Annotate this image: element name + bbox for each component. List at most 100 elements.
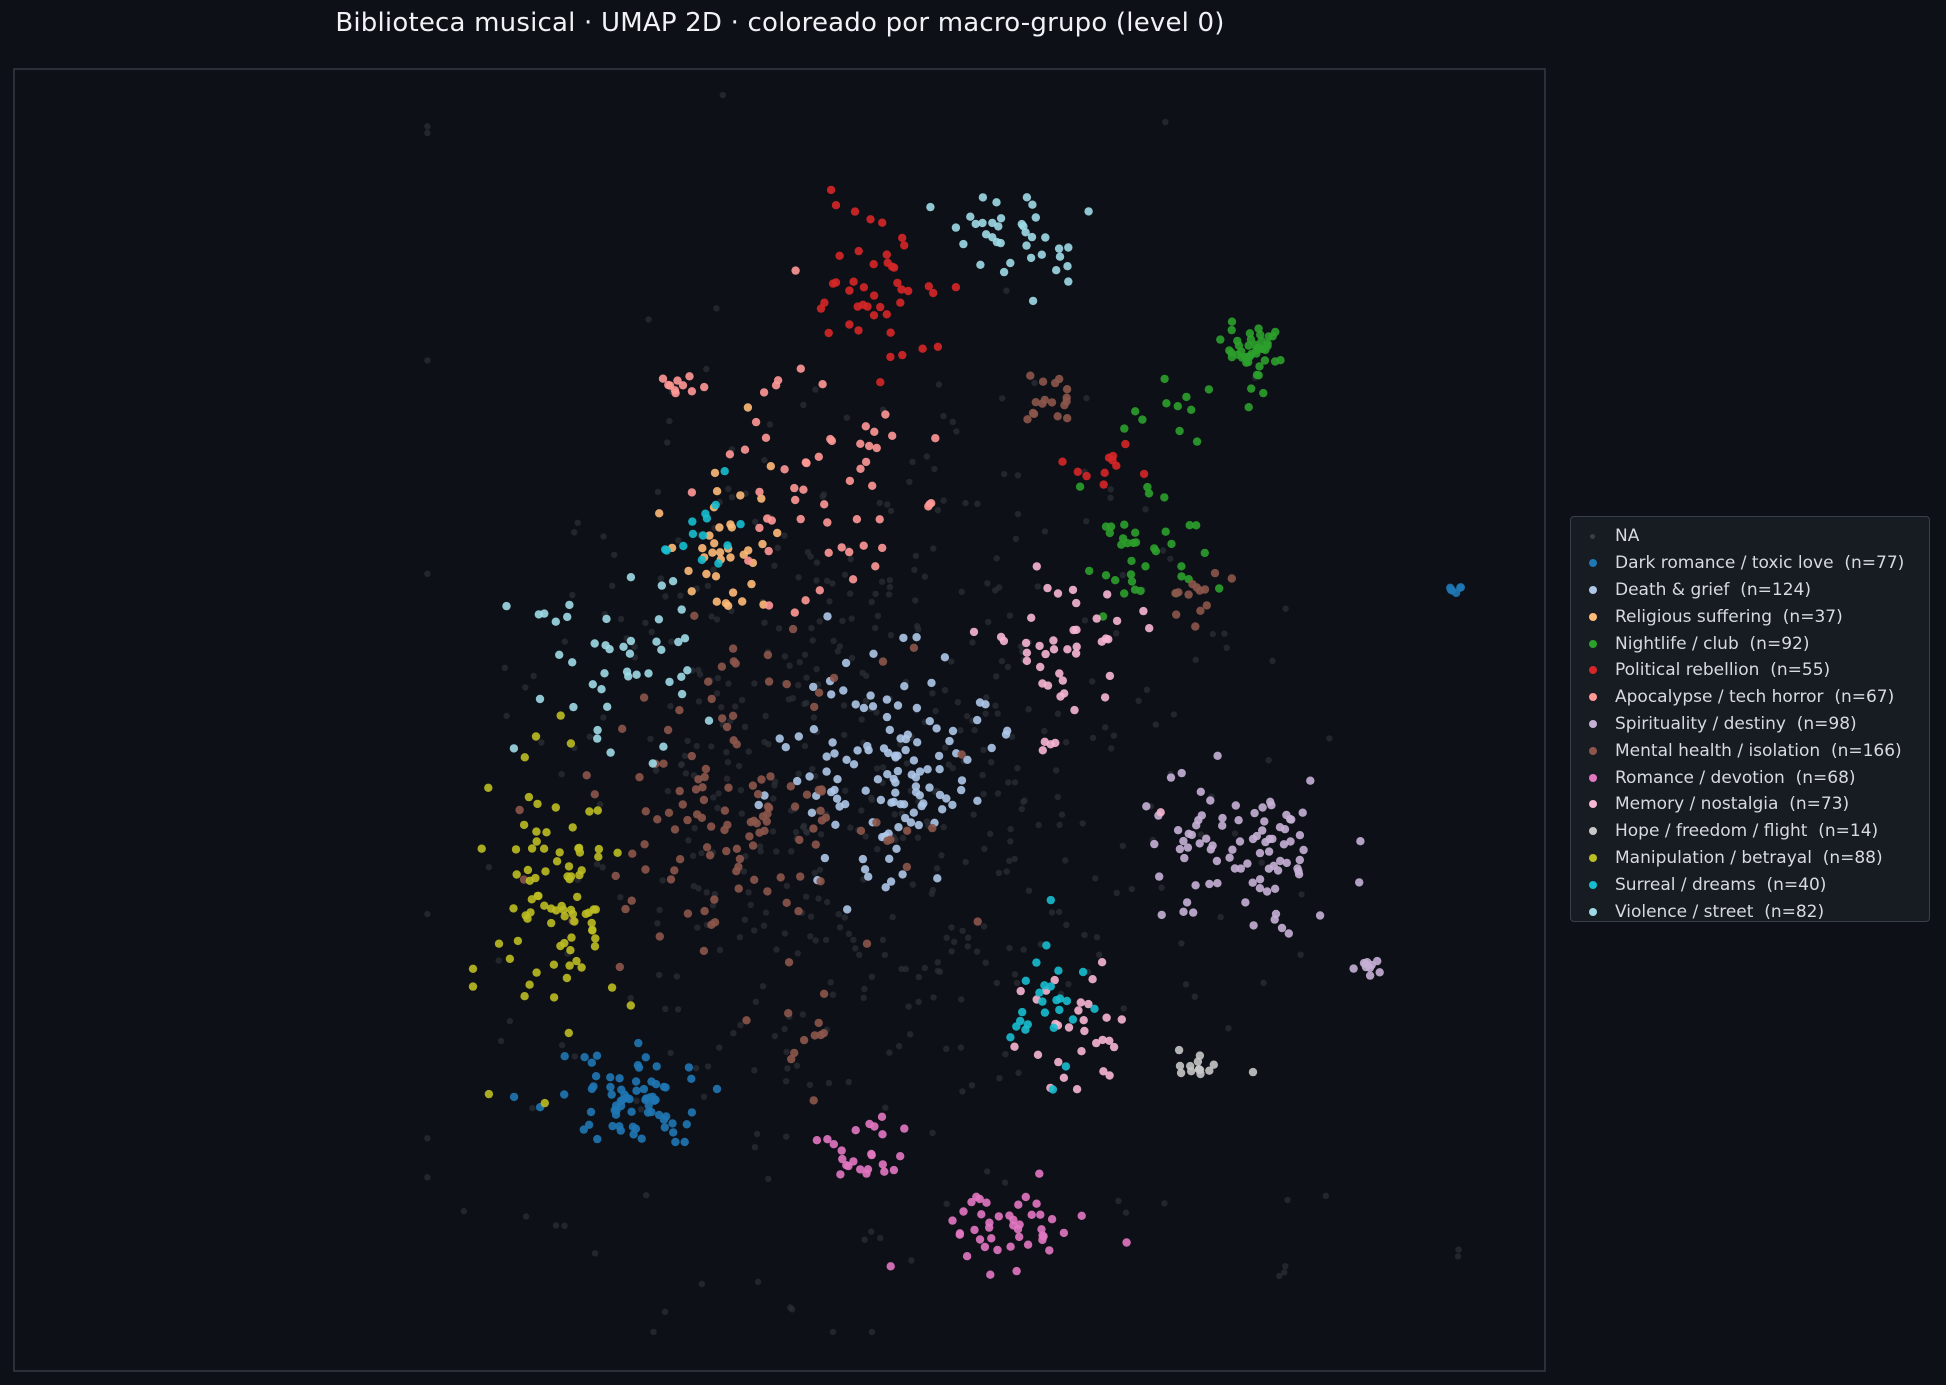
na-point (795, 682, 802, 689)
na-point (561, 1222, 568, 1230)
data-point-death-grief (901, 813, 910, 823)
na-point (783, 1048, 790, 1056)
data-point-mental-health-isolation (810, 702, 819, 712)
data-point-spirituality-destiny (1248, 878, 1257, 887)
data-point-spirituality-destiny (1208, 841, 1217, 850)
data-point-violence-street (600, 669, 609, 678)
na-point (1058, 811, 1066, 818)
data-point-apocalypse-tech-horror (759, 388, 769, 397)
na-point (843, 414, 850, 421)
na-point (760, 922, 768, 929)
na-point (868, 1328, 876, 1336)
data-point-romance-devotion (878, 1130, 887, 1139)
data-point-political-rebellion (835, 251, 844, 260)
na-point (980, 746, 987, 754)
data-point-dark-romance-toxic-love (586, 1107, 596, 1117)
na-point (830, 637, 837, 645)
data-point-surreal-dreams (1018, 1007, 1027, 1017)
data-point-apocalypse-tech-horror (931, 434, 940, 443)
na-point (685, 837, 692, 844)
data-point-spirituality-destiny (1180, 853, 1189, 863)
na-point (803, 674, 810, 681)
data-point-death-grief (831, 820, 840, 829)
data-point-violence-street (1017, 219, 1026, 229)
na-point (730, 1030, 737, 1037)
na-point (835, 910, 842, 918)
na-point (848, 615, 855, 622)
na-point (996, 1075, 1003, 1082)
data-point-memory-nostalgia (1080, 1026, 1089, 1036)
data-point-political-rebellion (886, 328, 895, 337)
data-point-surreal-dreams (1052, 995, 1061, 1005)
data-point-manipulation-betrayal (484, 783, 493, 792)
data-point-surreal-dreams (1046, 982, 1056, 991)
data-point-romance-devotion (842, 1161, 851, 1170)
data-point-dark-romance-toxic-love (641, 1053, 650, 1062)
na-point (1162, 118, 1169, 126)
legend-item: Hope / freedom / flight (n=14) (1571, 818, 1929, 845)
na-point (794, 950, 801, 957)
data-point-surreal-dreams (1049, 1023, 1059, 1032)
na-point (1054, 793, 1062, 801)
data-point-nightlife-club (1187, 405, 1196, 414)
data-point-mental-health-isolation (615, 962, 624, 972)
data-point-mental-health-isolation (701, 764, 711, 774)
legend-label: Mental health / isolation (n=166) (1615, 740, 1902, 761)
na-point (1142, 506, 1149, 513)
data-point-death-grief (820, 853, 830, 863)
na-point (862, 833, 869, 840)
na-point (751, 680, 758, 687)
data-point-death-grief (841, 658, 851, 668)
data-point-spirituality-destiny (1267, 801, 1276, 810)
data-point-mental-health-isolation (700, 906, 709, 916)
data-point-death-grief (932, 724, 941, 733)
legend-label: Political rebellion (n=55) (1615, 660, 1831, 681)
na-point (1004, 663, 1012, 671)
data-point-dark-romance-toxic-love (671, 1137, 680, 1147)
data-point-manipulation-betrayal (566, 739, 576, 748)
na-point (940, 824, 947, 831)
na-point (861, 985, 868, 993)
data-point-nightlife-club (1256, 330, 1265, 339)
data-point-memory-nostalgia (1010, 1042, 1019, 1051)
legend-marker (1589, 612, 1597, 621)
na-point (953, 428, 960, 435)
data-point-death-grief (882, 712, 892, 722)
data-point-death-grief (807, 808, 817, 817)
data-point-romance-devotion (987, 1234, 996, 1243)
data-point-nightlife-club (1258, 344, 1267, 354)
data-point-mental-health-isolation (757, 775, 766, 784)
data-point-death-grief (911, 782, 921, 791)
na-point (678, 761, 685, 768)
legend-item: NA (1571, 523, 1929, 550)
data-point-manipulation-betrayal (513, 936, 523, 946)
data-point-death-grief (843, 905, 852, 914)
data-point-nightlife-club (1254, 371, 1263, 380)
na-point (424, 570, 431, 577)
data-point-mental-health-isolation (902, 862, 912, 872)
na-point (951, 938, 958, 945)
data-point-mental-health-isolation (664, 808, 674, 817)
data-point-memory-nostalgia (1074, 1006, 1083, 1015)
data-point-religious-suffering (702, 569, 711, 579)
na-point (1282, 605, 1289, 612)
na-point (993, 979, 1000, 987)
na-point (808, 624, 815, 632)
data-point-political-rebellion (918, 344, 927, 353)
na-point (1081, 931, 1088, 939)
na-point (695, 698, 703, 705)
data-point-mental-health-isolation (799, 1035, 809, 1045)
na-point (848, 654, 856, 662)
na-point (958, 588, 965, 595)
na-point (788, 1306, 796, 1313)
legend-label: Religious suffering (n=37) (1615, 606, 1843, 627)
data-point-religious-suffering (715, 548, 725, 557)
data-point-manipulation-betrayal (527, 844, 537, 853)
na-point (1018, 805, 1025, 813)
data-point-apocalypse-tech-horror (790, 483, 799, 493)
data-point-mental-health-isolation (1040, 395, 1050, 405)
data-point-mental-health-isolation (1062, 385, 1072, 394)
na-point (807, 913, 815, 920)
na-point (841, 571, 849, 578)
na-point (933, 865, 941, 872)
